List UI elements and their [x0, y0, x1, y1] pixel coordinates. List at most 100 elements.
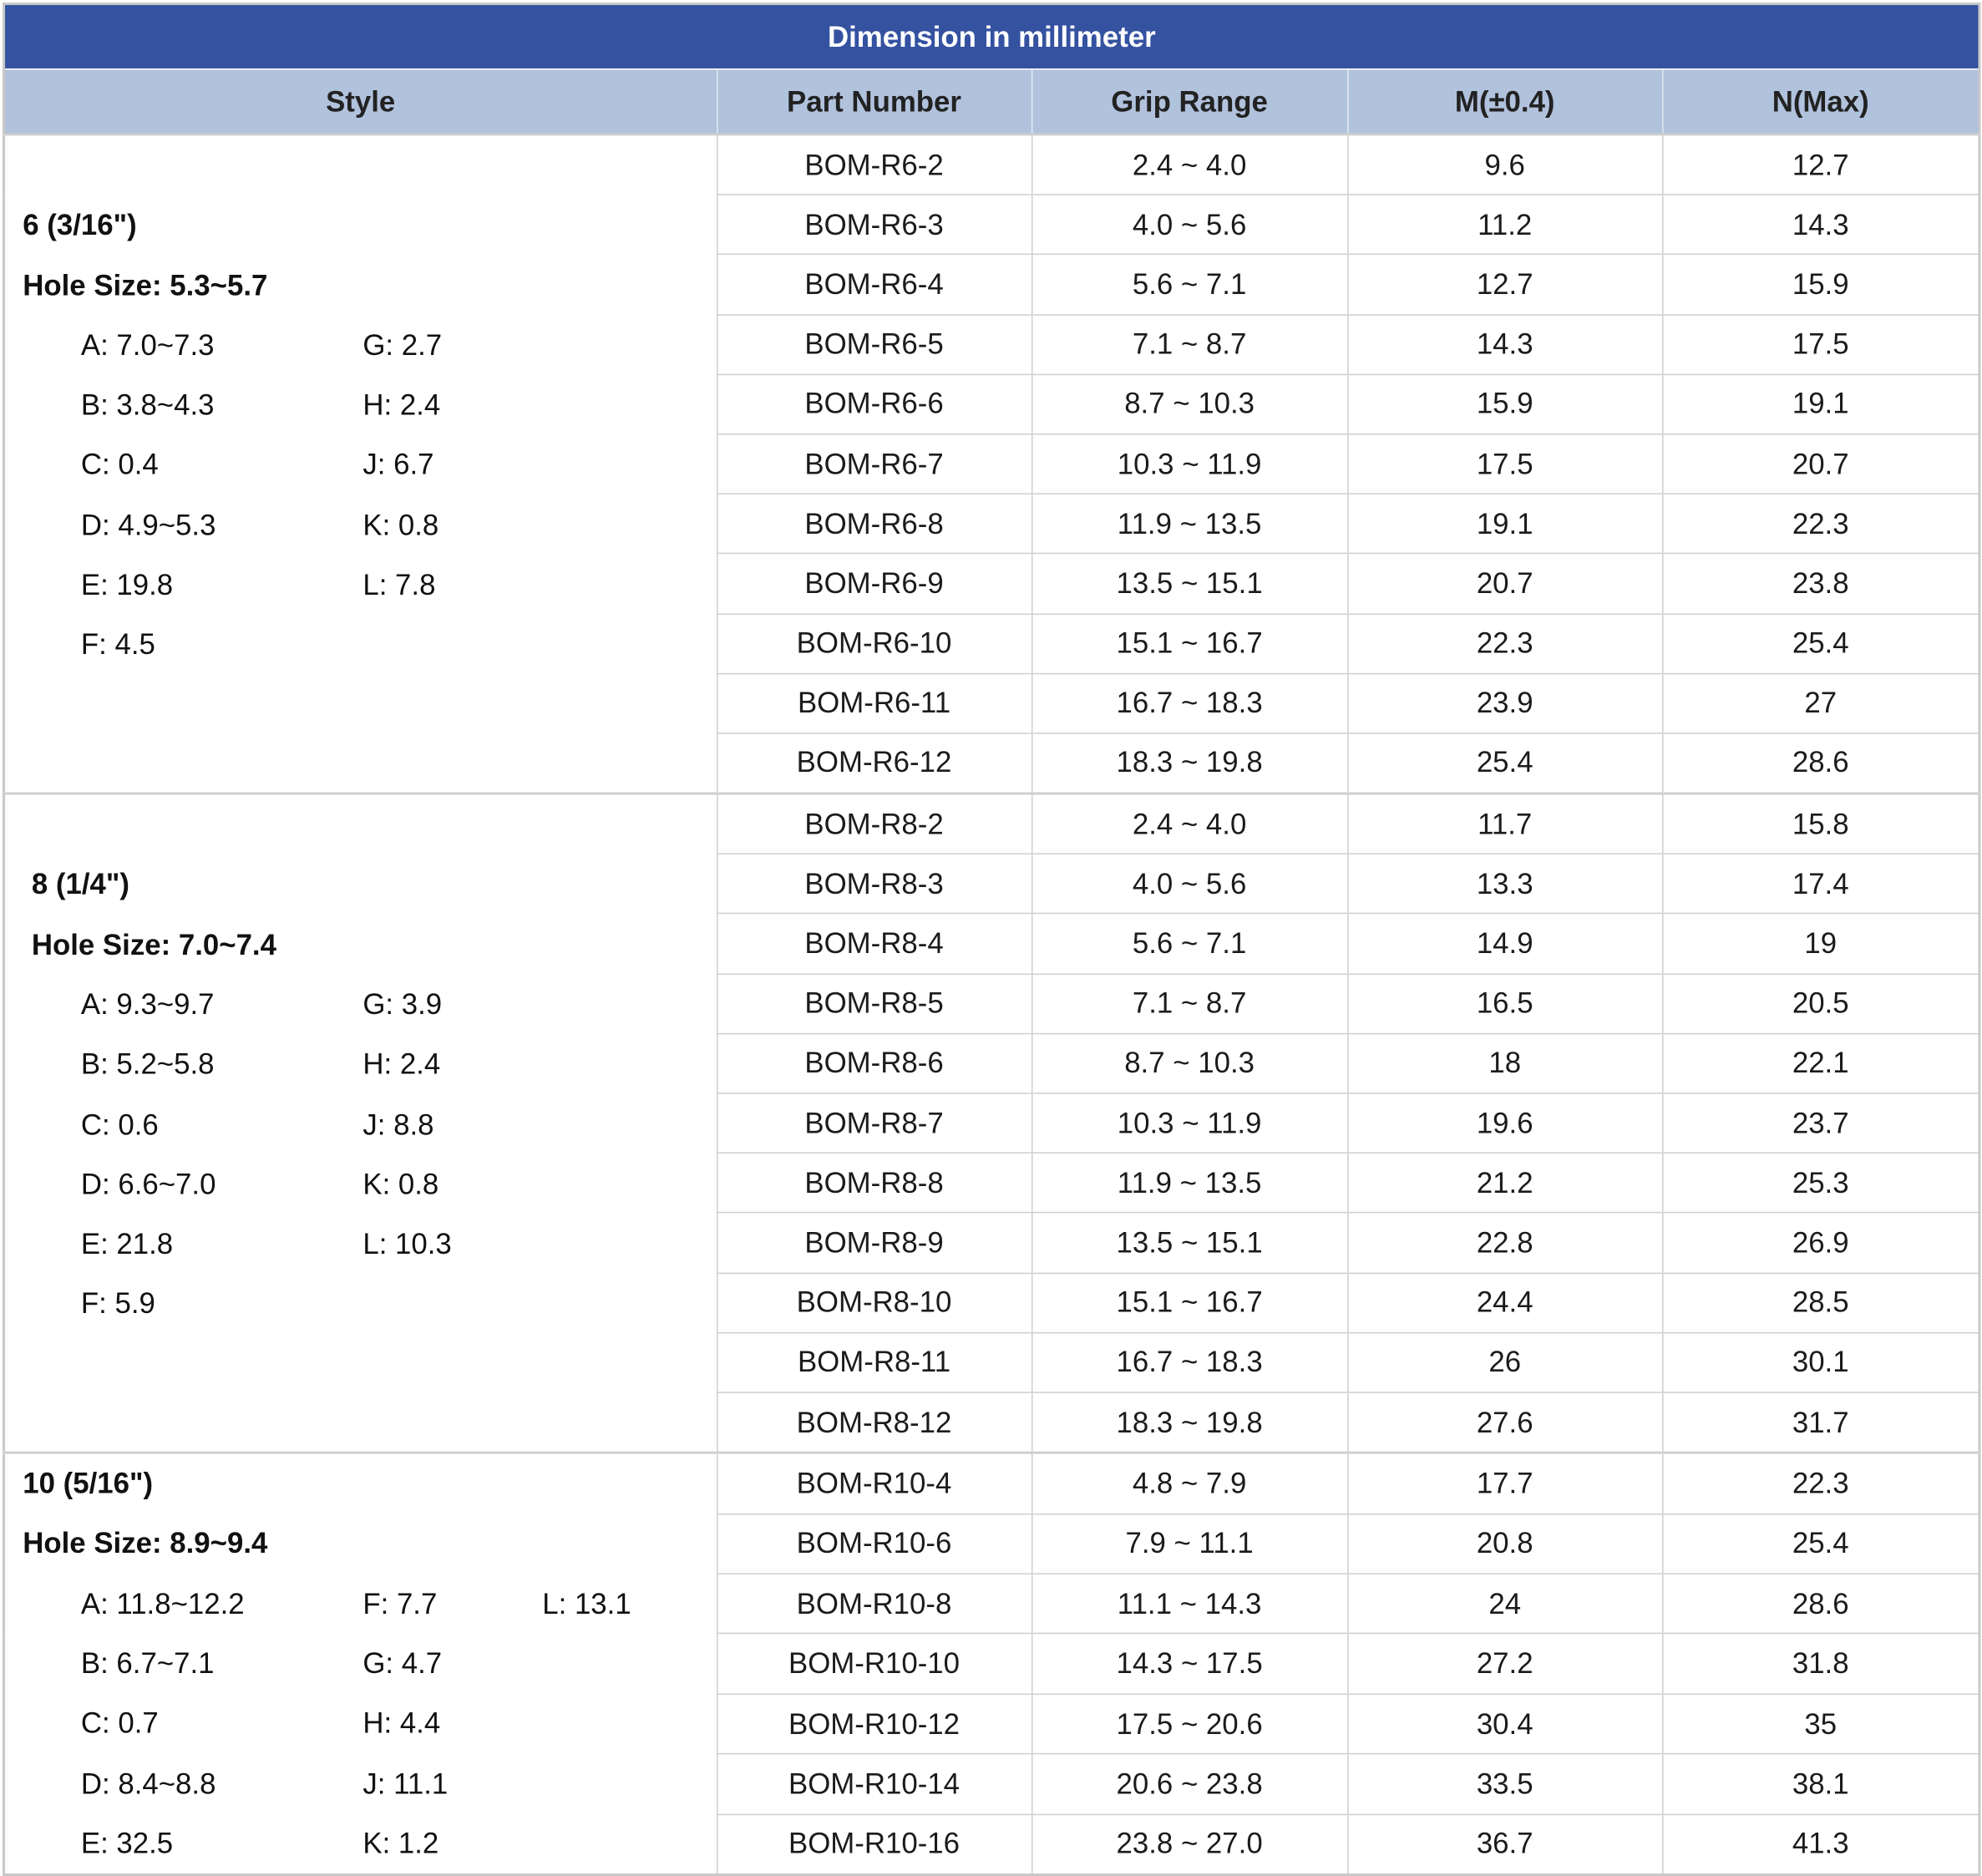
spec-value: K: 1.2 — [362, 1826, 439, 1860]
m-value-cell: 18 — [1346, 1032, 1663, 1093]
hole-size: Hole Size: 7.0~7.4 — [31, 927, 276, 961]
grip-range-cell: 15.1 ~ 16.7 — [1031, 1272, 1348, 1333]
part-number-cell: BOM-R6-6 — [716, 373, 1032, 434]
m-value-cell: 26 — [1346, 1331, 1663, 1392]
grip-range-cell: 4.0 ~ 5.6 — [1031, 194, 1348, 255]
m-value-cell: 17.5 — [1346, 433, 1663, 494]
spec-value: E: 32.5 — [80, 1826, 174, 1860]
grip-range-cell: 11.9 ~ 13.5 — [1031, 493, 1348, 554]
style-info: 6 (3/16") Hole Size: 5.3~5.7 A: 7.0~7.3 G: … — [5, 135, 716, 675]
n-value-cell: 31.7 — [1661, 1392, 1980, 1453]
m-value-cell: 14.9 — [1346, 913, 1663, 974]
table-row: 10 (5/16") Hole Size: 8.9~9.4 A: 11.8~12.2… — [3, 1451, 1980, 1875]
m-value-cell: 21.2 — [1346, 1152, 1663, 1214]
spec-value: B: 6.7~7.1 — [80, 1646, 215, 1680]
spec-value: C: 0.4 — [80, 448, 159, 481]
n-value-cell: 17.4 — [1661, 853, 1980, 915]
part-number-cell: BOM-R6-4 — [716, 254, 1032, 315]
grip-range-cell: 8.7 ~ 10.3 — [1031, 373, 1348, 434]
m-value-cell: 25.4 — [1346, 732, 1663, 794]
spec-value: E: 19.8 — [80, 568, 174, 601]
m-value-cell: 17.7 — [1346, 1451, 1663, 1514]
header-m: M(±0.4) — [1346, 68, 1663, 134]
m-value-cell: 22.3 — [1346, 612, 1663, 674]
grip-range-cell: 5.6 ~ 7.1 — [1031, 913, 1348, 974]
grip-range-cell: 23.8 ~ 27.0 — [1031, 1813, 1348, 1875]
m-value-cell: 19.1 — [1346, 493, 1663, 554]
m-value-cell: 11.7 — [1346, 792, 1663, 854]
spec-value: L: 7.8 — [362, 568, 436, 601]
spec-value: A: 9.3~9.7 — [80, 987, 215, 1021]
m-value-cell: 12.7 — [1346, 254, 1663, 315]
n-value-cell: 25.4 — [1661, 1513, 1980, 1574]
style-size: 6 (3/16") — [23, 208, 137, 241]
spec-value: D: 8.4~8.8 — [80, 1766, 216, 1800]
table-body: 6 (3/16") Hole Size: 5.3~5.7 A: 7.0~7.3 G: … — [3, 133, 1980, 1875]
part-number-cell: BOM-R10-16 — [716, 1813, 1032, 1875]
part-number-cell: BOM-R10-12 — [716, 1693, 1032, 1755]
spec-line: B: 5.2~5.8 H: 2.4 — [5, 1035, 716, 1095]
n-value-cell: 38.1 — [1661, 1753, 1980, 1815]
part-number-cell: BOM-R8-11 — [716, 1331, 1032, 1392]
n-value-cell: 15.8 — [1661, 792, 1980, 854]
m-value-cell: 19.6 — [1346, 1093, 1663, 1153]
spec-line: E: 19.8 L: 7.8 — [5, 555, 716, 616]
n-value-cell: 17.5 — [1661, 313, 1980, 375]
grip-range-cell: 17.5 ~ 20.6 — [1031, 1693, 1348, 1755]
spec-line: B: 6.7~7.1 G: 4.7 — [5, 1634, 716, 1694]
spec-value: J: 11.1 — [362, 1766, 449, 1800]
part-number-cell: BOM-R8-8 — [716, 1152, 1032, 1214]
style-info: 8 (1/4") Hole Size: 7.0~7.4 A: 9.3~9.7 G: 3… — [5, 795, 716, 1335]
n-value-cell: 20.7 — [1661, 433, 1980, 494]
n-value-cell: 22.3 — [1661, 493, 1980, 554]
grip-range-cell: 16.7 ~ 18.3 — [1031, 1331, 1348, 1392]
part-number-cell: BOM-R6-5 — [716, 313, 1032, 375]
style-info: 10 (5/16") Hole Size: 8.9~9.4 A: 11.8~12.2… — [5, 1454, 716, 1873]
spec-line: F: 4.5 — [5, 616, 716, 676]
part-number-cell: BOM-R6-2 — [716, 133, 1032, 195]
m-value-cell: 30.4 — [1346, 1693, 1663, 1755]
grip-range-cell: 10.3 ~ 11.9 — [1031, 433, 1348, 494]
grip-range-cell: 16.7 ~ 18.3 — [1031, 672, 1348, 733]
m-value-cell: 16.5 — [1346, 972, 1663, 1034]
grip-range-cell: 10.3 ~ 11.9 — [1031, 1093, 1348, 1153]
n-value-cell: 15.9 — [1661, 254, 1980, 315]
part-number-cell: BOM-R8-12 — [716, 1392, 1032, 1453]
style-cell: 10 (5/16") Hole Size: 8.9~9.4 A: 11.8~12.2… — [3, 1451, 717, 1875]
n-value-cell: 28.5 — [1661, 1272, 1980, 1333]
part-number-cell: BOM-R8-10 — [716, 1272, 1032, 1333]
m-value-cell: 20.7 — [1346, 553, 1663, 614]
m-value-cell: 36.7 — [1346, 1813, 1663, 1875]
spec-value: J: 8.8 — [362, 1107, 434, 1141]
m-value-cell: 9.6 — [1346, 133, 1663, 195]
spec-value: E: 21.8 — [80, 1227, 174, 1260]
part-number-cell: BOM-R10-10 — [716, 1633, 1032, 1695]
table-row: 6 (3/16") Hole Size: 5.3~5.7 A: 7.0~7.3 G: … — [3, 133, 1980, 794]
part-number-cell: BOM-R6-10 — [716, 612, 1032, 674]
grip-range-cell: 18.3 ~ 19.8 — [1031, 1392, 1348, 1453]
style-size: 8 (1/4") — [31, 867, 129, 901]
spec-value: D: 6.6~7.0 — [80, 1167, 216, 1200]
n-value-cell: 26.9 — [1661, 1212, 1980, 1273]
part-number-cell: BOM-R6-3 — [716, 194, 1032, 255]
spec-value: H: 2.4 — [362, 388, 441, 422]
m-value-cell: 15.9 — [1346, 373, 1663, 434]
grip-range-cell: 20.6 ~ 23.8 — [1031, 1753, 1348, 1815]
grip-range-cell: 7.1 ~ 8.7 — [1031, 313, 1348, 375]
n-value-cell: 35 — [1661, 1693, 1980, 1755]
n-value-cell: 14.3 — [1661, 194, 1980, 255]
m-value-cell: 27.2 — [1346, 1633, 1663, 1695]
spec-line: D: 8.4~8.8 J: 11.1 — [5, 1754, 716, 1814]
spec-value: F: 5.9 — [80, 1287, 155, 1321]
n-value-cell: 25.4 — [1661, 612, 1980, 674]
spec-value: H: 2.4 — [362, 1047, 441, 1081]
spec-line: F: 5.9 — [5, 1275, 716, 1335]
m-value-cell: 24.4 — [1346, 1272, 1663, 1333]
grip-range-cell: 13.5 ~ 15.1 — [1031, 553, 1348, 614]
m-value-cell: 22.8 — [1346, 1212, 1663, 1273]
spec-value: A: 11.8~12.2 — [80, 1586, 245, 1620]
header-grip-range: Grip Range — [1031, 68, 1348, 134]
part-number-cell: BOM-R10-6 — [716, 1513, 1032, 1574]
m-value-cell: 27.6 — [1346, 1392, 1663, 1453]
n-value-cell: 23.8 — [1661, 553, 1980, 614]
